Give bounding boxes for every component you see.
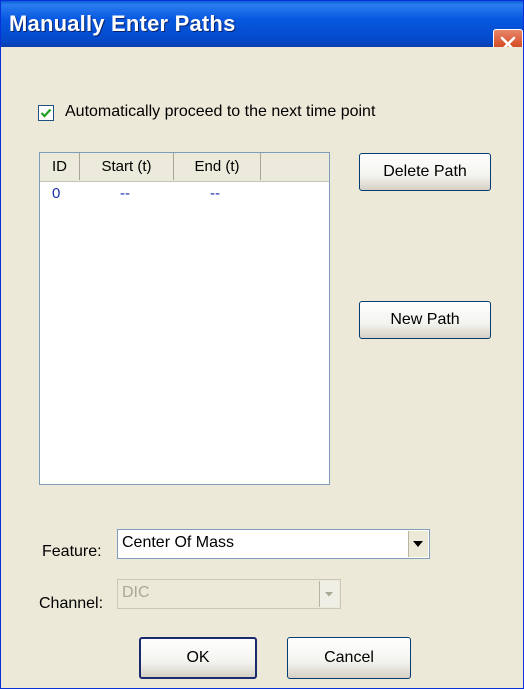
row-end-cell: -- [210, 185, 220, 202]
title-bar[interactable]: Manually Enter Paths [1, 1, 523, 59]
chevron-down-icon [325, 592, 333, 597]
channel-dropdown[interactable]: DIC [117, 579, 341, 609]
dialog-window: Manually Enter Paths Automatically proce… [0, 0, 524, 689]
new-path-button[interactable]: New Path [359, 301, 491, 339]
feature-dropdown[interactable]: Center Of Mass [117, 529, 430, 559]
auto-proceed-label[interactable]: Automatically proceed to the next time p… [65, 103, 375, 121]
cancel-button[interactable]: Cancel [287, 637, 411, 679]
window-title: Manually Enter Paths [9, 11, 236, 36]
feature-selected-value: Center Of Mass [122, 534, 235, 551]
column-header-end[interactable]: End (t) [174, 153, 261, 180]
delete-path-button[interactable]: Delete Path [359, 153, 491, 191]
path-list[interactable]: ID Start (t) End (t) 0 -- -- [39, 152, 330, 485]
channel-selected-value: DIC [122, 584, 150, 601]
column-header-start[interactable]: Start (t) [80, 153, 174, 180]
column-header-filler [261, 153, 329, 180]
column-header-id[interactable]: ID [40, 153, 80, 180]
channel-label: Channel: [39, 595, 104, 612]
ok-button[interactable]: OK [139, 637, 257, 679]
row-id-cell: 0 [52, 185, 61, 202]
path-list-header: ID Start (t) End (t) [40, 153, 329, 182]
feature-dropdown-button[interactable] [408, 531, 428, 557]
feature-label: Feature: [42, 543, 102, 560]
channel-dropdown-button[interactable] [319, 581, 339, 607]
auto-proceed-checkbox[interactable] [38, 105, 54, 121]
checkmark-icon [40, 108, 52, 118]
chevron-down-icon [413, 541, 423, 547]
row-start-cell: -- [120, 185, 130, 202]
